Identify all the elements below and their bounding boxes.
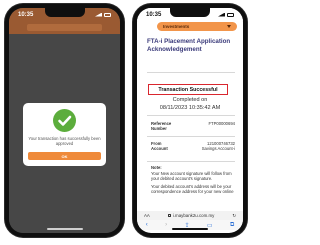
detail-label: Reference Number [151,121,172,131]
nav-label: Investments [163,24,190,29]
notch [170,8,210,17]
detail-label: From Account [151,141,168,151]
chevron-down-icon [227,25,231,28]
detail-row-reference: Reference Number FTP00000694 [151,121,235,133]
notch [44,8,85,17]
right-screen: 10:35 Investments FTA-i Placement Applic… [137,8,243,233]
investments-dropdown[interactable]: Investments [157,22,237,31]
signal-icon [95,12,102,17]
status-icons [218,12,234,17]
detail-value: 121000746732 Savings Account-i [201,141,235,151]
completed-label: Completed on [172,97,208,103]
status-icons [95,12,111,17]
completed-datetime: 08/11/2023 10:35:42 AM [159,105,221,111]
dialog-message: Your transaction has successfully been a… [28,136,101,146]
right-phone: 10:35 Investments FTA-i Placement Applic… [133,4,247,237]
battery-icon [227,12,234,17]
header-bar [27,24,102,31]
note-line: Your debited account's address will be y… [151,184,234,194]
home-indicator [46,228,83,230]
url-display[interactable]: i.maybank2u.com.my [167,213,215,218]
status-time: 10:35 [18,11,34,18]
lock-icon [167,214,171,217]
detail-row-from-account: From Account 121000746732 Savings Accoun… [151,141,235,159]
divider [147,115,235,116]
divider [147,161,235,162]
signal-icon [218,12,225,17]
divider [147,136,235,137]
note-title: Note: [151,165,162,170]
app-header [9,21,120,34]
url-text: i.maybank2u.com.my [172,213,215,218]
back-icon[interactable]: ‹ [146,222,148,228]
browser-url-bar[interactable]: AA i.maybank2u.com.my ↻ [137,211,243,220]
ok-button[interactable]: OK [28,152,101,160]
note-section: Note: Your New account signature will fo… [151,165,235,194]
text-size-button[interactable]: AA [144,213,150,218]
battery-icon [104,12,111,17]
reload-icon[interactable]: ↻ [232,213,236,219]
status-time: 10:35 [146,11,162,18]
tabs-icon[interactable]: ⧉ [230,222,234,229]
home-indicator [172,228,208,230]
success-dialog: Your transaction has successfully been a… [23,103,106,166]
left-phone: 10:35 Your transaction has successfully … [5,4,124,237]
check-icon [53,109,76,132]
status-badge: Transaction Successful [148,84,228,95]
forward-icon[interactable]: › [165,222,167,228]
page-title: FTA-i Placement Application Acknowledgem… [147,38,231,53]
divider [147,72,235,73]
note-line: Your New account signature will follow f… [151,171,232,181]
detail-value: FTP00000694 [208,121,235,126]
left-screen: 10:35 Your transaction has successfully … [9,8,120,233]
